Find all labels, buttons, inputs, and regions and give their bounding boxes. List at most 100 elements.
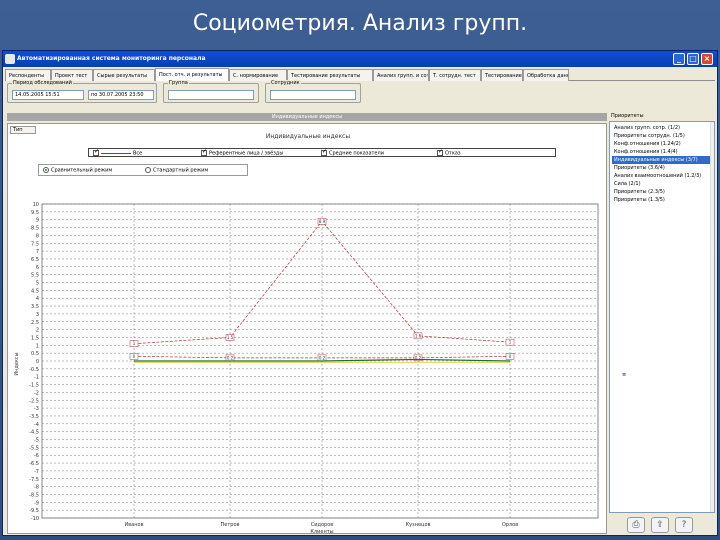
x-tick-label: Петров	[221, 522, 240, 528]
priorities-label: Приоритеты	[611, 113, 644, 119]
legend-label: Отказ	[445, 150, 461, 157]
legend-swatch	[101, 152, 131, 154]
data-label: 1	[509, 340, 512, 345]
y-tick-label: -10	[31, 516, 39, 522]
x-tick-label: Орлов	[502, 522, 518, 528]
priority-item[interactable]: Анализ групп. сотр. (1/2)	[612, 124, 712, 132]
legend-item-all[interactable]: Все	[93, 148, 142, 157]
chart-panel: 10 9.5 9 8.5 8 7.5 7 6.5 6 5.5 5 4.5 4 3.5 3 2.5 2 1.5 1 0.…	[7, 123, 607, 535]
y-tick-label: 8.5	[31, 226, 39, 232]
mode-comparative[interactable]: Сравнительный режим	[43, 167, 112, 174]
chart-legend: Все Референтные лица / звёзды Средние по…	[88, 148, 556, 157]
y-tick-label: -6	[34, 453, 39, 459]
y-tick-label: -9	[34, 500, 39, 506]
y-tick-label: 0	[36, 359, 39, 365]
priority-item-selected[interactable]: Индивидуальные индексы (3/7)	[612, 156, 712, 164]
priority-item[interactable]: Анализ взаимоотношений (1.2/3)	[612, 172, 712, 180]
slide-title: Социометрия. Анализ групп.	[192, 11, 528, 36]
y-tick-label: 7.5	[31, 241, 39, 247]
y-tick-label: -6.5	[29, 461, 39, 467]
y-tick-label: -1	[34, 375, 39, 381]
legend-item-refusal[interactable]: Отказ	[437, 148, 461, 157]
y-tick-label: -8.5	[29, 492, 39, 498]
tab-testing[interactable]: Тестирование п.	[481, 69, 523, 81]
x-tick-label: Сидоров	[311, 522, 333, 528]
y-tick-label: 3.5	[31, 304, 39, 310]
priority-item[interactable]: Сила (2/1)	[612, 180, 712, 188]
legend-checkbox[interactable]	[93, 148, 99, 156]
y-tick-label: -8	[34, 485, 39, 491]
priorities-scrollbar[interactable]	[710, 122, 714, 512]
group-filter: Группа	[163, 80, 259, 103]
y-tick-label: -2	[34, 390, 39, 396]
priority-item[interactable]: Приоритеты (3.6/4)	[612, 164, 712, 172]
y-tick-label: -0.5	[29, 367, 39, 373]
tab-results[interactable]: Пост. отч. и результаты	[155, 68, 229, 81]
x-tick-label: Кузнецов	[406, 522, 431, 528]
priorities-panel: Приоритеты Анализ групп. сотр. (1/2) При…	[609, 113, 715, 534]
tab-group-analysis[interactable]: Анализ групп. и сотрудн.	[373, 69, 429, 81]
mode-standard-radio[interactable]	[145, 167, 151, 173]
mode-standard-label: Стандартный режим	[153, 167, 209, 174]
window-titlebar: Автоматизированная система мониторинга п…	[3, 51, 717, 67]
data-label: 1.6	[415, 333, 422, 338]
maximize-button[interactable]: □	[687, 53, 699, 65]
collapse-handle[interactable]: ≡	[622, 372, 626, 378]
period-group: Период обследований 14.05.2005 15:51 по …	[7, 80, 157, 103]
export-icon[interactable]: ⇪	[651, 517, 669, 533]
priority-item[interactable]: Конф.отношения (1.24/2)	[612, 140, 712, 148]
y-tick-label: 6	[36, 265, 39, 271]
y-tick-label: 7	[36, 249, 39, 255]
legend-item-referents[interactable]: Референтные лица / звёзды	[201, 148, 283, 157]
data-label: 0.2	[227, 355, 234, 360]
chart-title: Индивидуальные индексы	[265, 133, 351, 140]
y-tick-label: -4	[34, 422, 39, 428]
priority-item[interactable]: Приоритеты (2.3/5)	[612, 188, 712, 196]
minimize-button[interactable]: _	[673, 53, 685, 65]
mode-comparative-radio[interactable]	[43, 167, 49, 173]
y-tick-label: 9	[36, 218, 39, 224]
y-tick-label: 10	[33, 202, 39, 208]
y-tick-label: -9.5	[29, 508, 39, 514]
y-tick-label: 4.5	[31, 288, 39, 294]
y-tick-label: 4	[36, 296, 39, 302]
legend-checkbox[interactable]	[201, 148, 207, 156]
x-tick-label: Иванов	[124, 522, 143, 528]
priority-item[interactable]: Приоритеты (1.3/5)	[612, 196, 712, 204]
y-tick-label: 6.5	[31, 257, 39, 263]
y-tick-label: 8	[36, 233, 39, 239]
priorities-list: Анализ групп. сотр. (1/2) Приоритеты сот…	[609, 121, 715, 513]
data-label: 1	[133, 341, 136, 346]
y-tick-label: -3	[34, 406, 39, 412]
y-tick-label: 9.5	[31, 210, 39, 216]
tab-raw-results[interactable]: Сырые результаты	[93, 69, 155, 81]
printer-icon[interactable]: ⎙	[627, 517, 645, 533]
y-tick-label: 1.5	[31, 335, 39, 341]
data-label: 0	[509, 354, 512, 359]
legend-checkbox[interactable]	[321, 148, 327, 156]
tab-employee-test[interactable]: Т. сотрудн. тест	[429, 69, 481, 81]
period-from-field[interactable]: 14.05.2005 15:51	[12, 90, 84, 100]
priority-item[interactable]: Приоритеты сотрудн. (1/5)	[612, 132, 712, 140]
legend-item-average[interactable]: Средние показатели	[321, 148, 384, 157]
y-tick-label: -7.5	[29, 477, 39, 483]
tab-data-processing[interactable]: Обработка данных	[523, 69, 569, 81]
main-tabs: Респонденты Проект тест Сырые результаты…	[5, 68, 715, 81]
display-mode-group: Сравнительный режим Стандартный режим	[38, 164, 248, 176]
help-icon[interactable]: ?	[675, 517, 693, 533]
close-button[interactable]: ×	[701, 53, 713, 65]
mode-standard[interactable]: Стандартный режим	[145, 167, 208, 174]
employee-field[interactable]	[270, 90, 356, 100]
x-axis-label: Клиенты	[310, 529, 333, 535]
chart-header: Индивидуальные индексы	[7, 113, 607, 121]
period-label: Период обследований	[12, 80, 73, 86]
y-tick-label: 5	[36, 281, 39, 287]
group-field[interactable]	[168, 90, 254, 100]
y-tick-label: 3	[36, 312, 39, 318]
period-to-field[interactable]: по 30.07.2005 23:50	[88, 90, 154, 100]
y-tick-label: -2.5	[29, 398, 39, 404]
mode-comparative-label: Сравнительный режим	[51, 167, 113, 174]
legend-checkbox[interactable]	[437, 148, 443, 156]
app-window: Автоматизированная система мониторинга п…	[2, 50, 718, 536]
priority-item[interactable]: Конф.отношения (1.4/4)	[612, 148, 712, 156]
